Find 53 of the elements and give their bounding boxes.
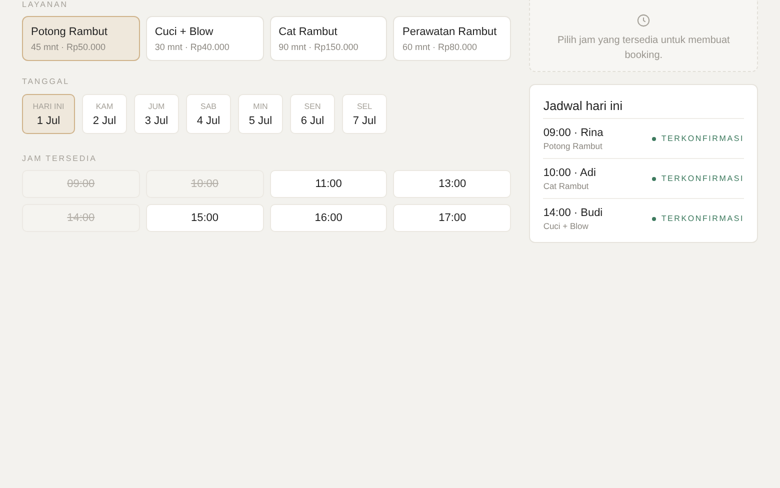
day-label: HARI INI: [32, 102, 64, 110]
date-chip[interactable]: KAM 2 Jul: [82, 94, 127, 134]
booking-title: 14:00 · Budi: [543, 206, 603, 218]
booking-service: Cuci + Blow: [543, 220, 590, 230]
service-card[interactable]: Cat Rambut 90 mnt · Rp150.000: [270, 16, 388, 61]
date-label: 6 Jul: [300, 114, 324, 126]
service-card[interactable]: Potong Rambut 45 mnt · Rp50.000: [22, 16, 140, 61]
date-label: 5 Jul: [248, 114, 272, 126]
date-label: 2 Jul: [92, 114, 116, 126]
date-label: 4 Jul: [196, 114, 220, 126]
service-name: Perawatan Rambut: [402, 26, 498, 38]
date-label: 3 Jul: [144, 114, 168, 126]
date-chip[interactable]: JUM 3 Jul: [134, 94, 179, 134]
service-detail: 90 mnt · Rp150.000: [278, 42, 360, 52]
status-label: TERKONFIRMASI: [661, 174, 744, 183]
booking-service: Potong Rambut: [543, 140, 604, 150]
service-detail: 45 mnt · Rp50.000: [31, 42, 107, 52]
section-label: JAM TERSEDIA: [22, 154, 98, 163]
section-label: TANGGAL: [22, 77, 70, 86]
time-slot[interactable]: 13:00: [393, 170, 512, 198]
service-detail: 30 mnt · Rp40.000: [154, 42, 230, 52]
service-detail: 60 mnt · Rp80.000: [402, 42, 478, 52]
time-slot[interactable]: 11:00: [270, 170, 388, 198]
service-name: Potong Rambut: [31, 26, 108, 38]
date-chip[interactable]: SEN 6 Jul: [290, 94, 335, 134]
service-card[interactable]: Cuci + Blow 30 mnt · Rp40.000: [146, 16, 264, 61]
section-label: LAYANAN: [22, 0, 69, 9]
day-label: MIN: [253, 102, 268, 110]
booking-service: Cat Rambut: [543, 180, 590, 190]
hint-text: Pilih jam yang tersedia untuk membuat booking.: [556, 34, 731, 63]
day-label: SAB: [200, 102, 216, 110]
date-chip[interactable]: SAB 4 Jul: [186, 94, 231, 134]
date-chip[interactable]: SEL 7 Jul: [342, 94, 387, 134]
date-chip[interactable]: MIN 5 Jul: [238, 94, 283, 134]
service-card[interactable]: Perawatan Rambut 60 mnt · Rp80.000: [393, 16, 512, 61]
day-label: SEL: [356, 102, 372, 110]
day-label: KAM: [96, 102, 114, 110]
status-label: TERKONFIRMASI: [661, 134, 744, 143]
service-name: Cat Rambut: [278, 26, 338, 38]
booking-title: 10:00 · Adi: [543, 166, 596, 178]
day-label: JUM: [148, 102, 165, 110]
booking-title: 09:00 · Rina: [543, 126, 604, 138]
service-name: Cuci + Blow: [154, 26, 214, 38]
time-slot[interactable]: 17:00: [393, 204, 512, 232]
status-label: TERKONFIRMASI: [661, 214, 744, 223]
time-slot[interactable]: 15:00: [146, 204, 264, 232]
date-label: 1 Jul: [36, 114, 60, 126]
card-title: Jadwal hari ini: [543, 99, 624, 113]
time-slot[interactable]: 16:00: [270, 204, 388, 232]
date-chip[interactable]: HARI INI 1 Jul: [22, 94, 75, 134]
clock-icon: [637, 14, 650, 27]
day-label: SEN: [304, 102, 321, 110]
date-label: 7 Jul: [352, 114, 376, 126]
